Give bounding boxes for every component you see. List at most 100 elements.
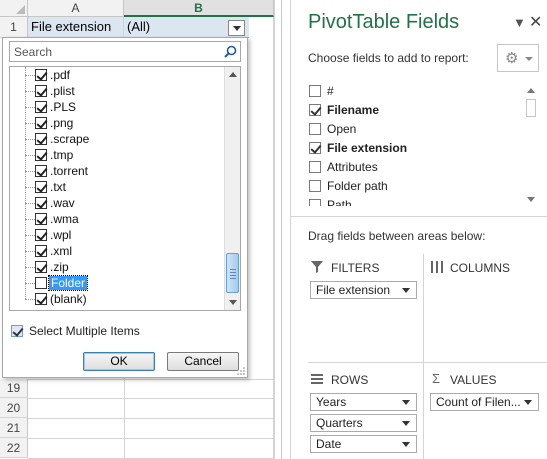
item-checkbox[interactable] (35, 245, 47, 257)
pivottable-fields-pane: PivotTable Fields ▼ ✕ Choose fields to a… (290, 0, 547, 459)
item-label: .zip (50, 260, 69, 274)
item-label: .scrape (50, 132, 90, 146)
item-checkbox[interactable] (35, 229, 47, 241)
search-input[interactable] (10, 42, 210, 61)
field-item[interactable]: Attributes (308, 158, 518, 176)
item-checkbox[interactable] (35, 181, 47, 193)
field-item[interactable]: Filename (308, 101, 518, 119)
item-label: (blank) (50, 292, 87, 306)
fields-list[interactable]: # Filename Open File extension Attribute… (308, 82, 540, 206)
report-filter-dropdown-button[interactable] (228, 20, 245, 36)
field-label: Open (327, 122, 357, 136)
area-divider (308, 362, 547, 363)
row-header-22[interactable]: 22 (0, 438, 28, 458)
filter-icon (311, 261, 323, 273)
field-checkbox[interactable] (309, 142, 321, 154)
chevron-down-icon[interactable] (402, 288, 410, 293)
item-checkbox[interactable] (35, 133, 47, 145)
scroll-thumb[interactable] (526, 99, 536, 117)
chevron-down-icon[interactable] (524, 400, 532, 405)
field-checkbox[interactable] (309, 199, 321, 206)
rows-field-chip[interactable]: Quarters (310, 414, 417, 432)
item-checkbox[interactable] (35, 277, 47, 289)
values-area-title: VALUES (450, 373, 497, 387)
row-header-20[interactable]: 20 (0, 398, 28, 418)
field-item[interactable]: Folder path (308, 177, 518, 195)
pane-divider[interactable] (291, 216, 547, 226)
chip-label: File extension (316, 283, 391, 297)
item-label: .torrent (50, 164, 89, 178)
grid-line (28, 379, 274, 380)
chevron-down-icon[interactable] (402, 442, 410, 447)
field-checkbox[interactable] (309, 161, 321, 173)
corner-triangle-icon (16, 5, 25, 14)
field-checkbox[interactable] (309, 85, 321, 97)
scroll-up-icon[interactable] (523, 85, 539, 97)
scroll-thumb[interactable] (226, 253, 239, 293)
field-list-settings-button[interactable]: ⚙ (497, 44, 539, 72)
column-header-a[interactable]: A (28, 0, 124, 17)
field-checkbox[interactable] (309, 123, 321, 135)
field-item[interactable]: File extension (308, 139, 518, 157)
item-checkbox[interactable] (35, 261, 47, 273)
area-divider (423, 254, 424, 459)
search-box (9, 41, 241, 62)
search-icon[interactable] (224, 45, 237, 58)
resize-grip-icon[interactable] (237, 367, 245, 375)
scroll-down-icon[interactable] (523, 194, 539, 206)
field-label: Attributes (327, 160, 378, 174)
item-checkbox[interactable] (35, 149, 47, 161)
chevron-down-icon[interactable] (402, 421, 410, 426)
field-label: Filename (327, 103, 380, 117)
item-label: .wav (50, 196, 75, 210)
field-checkbox[interactable] (309, 104, 321, 116)
filters-field-chip[interactable]: File extension (310, 281, 417, 299)
column-header-b[interactable]: B (124, 0, 274, 17)
columns-area-title: COLUMNS (450, 261, 511, 275)
filters-area-title: FILTERS (331, 261, 380, 275)
item-checkbox[interactable] (35, 213, 47, 225)
ok-button[interactable]: OK (83, 352, 155, 371)
item-label: .tmp (50, 148, 74, 162)
cell-a1[interactable]: File extension (28, 17, 124, 38)
field-label: File extension (327, 141, 408, 155)
item-checkbox[interactable] (35, 293, 47, 305)
pane-options-chevron-icon[interactable]: ▼ (513, 15, 526, 30)
pane-splitter[interactable] (274, 0, 290, 459)
item-checkbox[interactable] (35, 117, 47, 129)
item-checkbox[interactable] (35, 101, 47, 113)
field-checkbox[interactable] (309, 180, 321, 192)
scroll-down-icon[interactable] (226, 295, 240, 309)
item-label: .plist (50, 84, 75, 98)
fields-scrollbar[interactable] (523, 85, 539, 206)
gear-icon: ⚙ (505, 50, 519, 67)
field-item[interactable]: # (308, 82, 518, 100)
list-scrollbar[interactable] (224, 67, 240, 310)
item-label: .png (50, 116, 74, 130)
item-label: .pdf (50, 68, 71, 82)
select-all-corner[interactable] (0, 0, 28, 17)
close-icon[interactable]: ✕ (529, 12, 542, 32)
row-header-19[interactable]: 19 (0, 379, 28, 398)
chevron-down-icon[interactable] (402, 400, 410, 405)
field-item[interactable]: Path (308, 196, 518, 206)
item-checkbox[interactable] (35, 197, 47, 209)
rows-field-chip[interactable]: Date (310, 435, 417, 453)
item-checkbox[interactable] (35, 69, 47, 81)
row-header-1[interactable]: 1 (0, 17, 28, 38)
drag-fields-label: Drag fields between areas below: (308, 229, 486, 243)
scroll-up-icon[interactable] (226, 68, 240, 82)
item-label: .wma (50, 212, 79, 226)
grid-line (28, 398, 274, 399)
sigma-icon: Σ (432, 371, 441, 386)
row-header-21[interactable]: 21 (0, 418, 28, 438)
chevron-down-icon (525, 57, 533, 61)
cancel-button[interactable]: Cancel (167, 352, 239, 371)
item-checkbox[interactable] (35, 85, 47, 97)
filter-items-list[interactable]: .pdf .plist .PLS .png .scrape .tmp .torr… (9, 66, 241, 311)
select-multiple-checkbox[interactable] (11, 325, 23, 337)
field-item[interactable]: Open (308, 120, 518, 138)
values-field-chip[interactable]: Count of Filen... (430, 393, 539, 411)
item-checkbox[interactable] (35, 165, 47, 177)
rows-field-chip[interactable]: Years (310, 393, 417, 411)
